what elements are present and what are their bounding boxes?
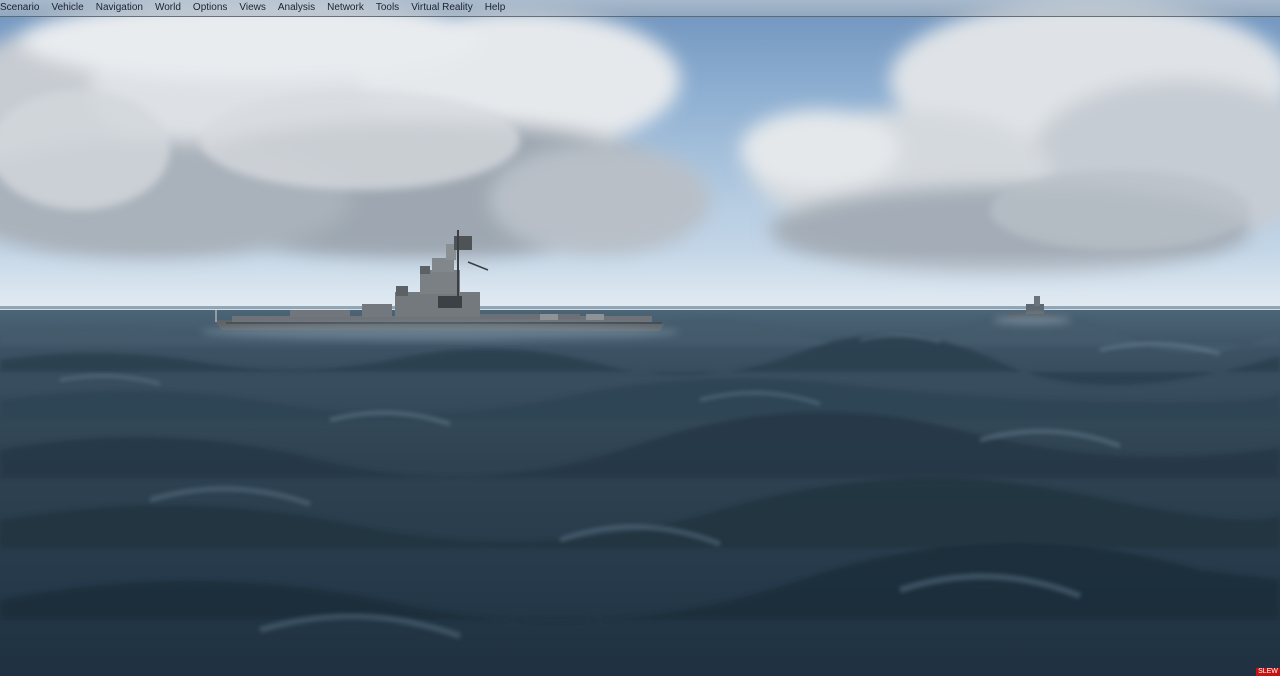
main-menubar: Scenario Vehicle Navigation World Option… [0, 0, 1280, 17]
menu-virtual-reality[interactable]: Virtual Reality [405, 0, 479, 16]
scene-layer [0, 0, 1280, 639]
menu-tools[interactable]: Tools [370, 0, 405, 16]
menu-scenario[interactable]: Scenario [0, 0, 45, 16]
menu-network[interactable]: Network [321, 0, 370, 16]
menu-options[interactable]: Options [187, 0, 233, 16]
menu-analysis[interactable]: Analysis [272, 0, 321, 16]
menu-help[interactable]: Help [479, 0, 512, 16]
waves [0, 312, 1280, 622]
slew-mode-badge: SLEW [1256, 668, 1280, 676]
menu-world[interactable]: World [149, 0, 187, 16]
menu-navigation[interactable]: Navigation [90, 0, 149, 16]
menu-views[interactable]: Views [233, 0, 272, 16]
simulator-viewport[interactable]: Scenario Vehicle Navigation World Option… [0, 0, 1280, 676]
menu-vehicle[interactable]: Vehicle [45, 0, 89, 16]
